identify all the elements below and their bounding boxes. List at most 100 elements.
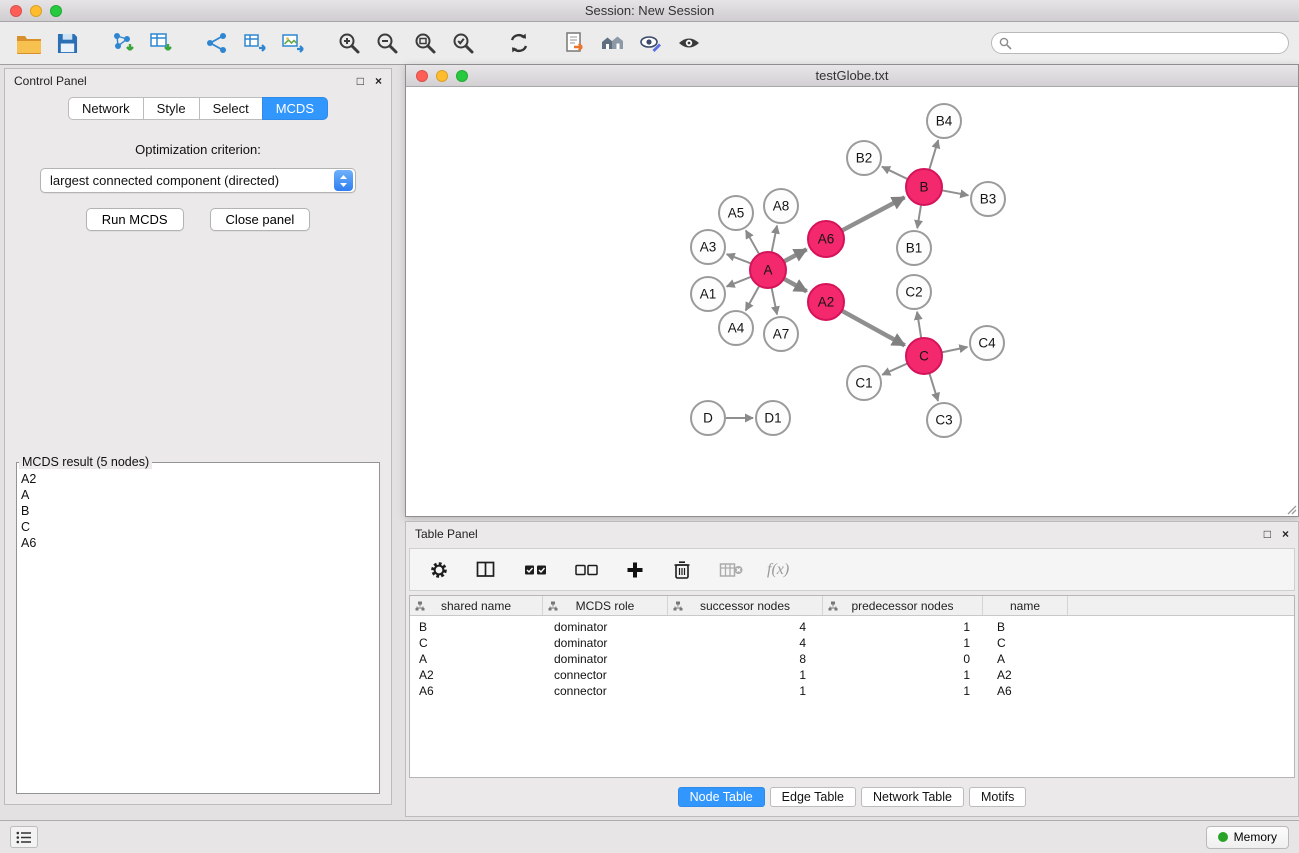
table-cell[interactable]: B xyxy=(983,620,1068,634)
edge-C-C2[interactable] xyxy=(917,312,921,338)
network-canvas[interactable]: B4B2BB3B1A5A8A6A3AC2A1A2A4A7C4CC1C3DD1 xyxy=(406,87,1298,516)
graph-node-C3[interactable]: C3 xyxy=(927,403,961,437)
show-graphics-details-button[interactable] xyxy=(632,25,670,61)
mcds-result-item[interactable]: B xyxy=(21,503,379,519)
export-image-button[interactable] xyxy=(274,25,312,61)
edge-B-B4[interactable] xyxy=(929,140,938,170)
table-cell[interactable]: 1 xyxy=(823,620,983,634)
edge-C-C1[interactable] xyxy=(882,363,907,374)
function-builder-button[interactable]: f(x) xyxy=(767,561,789,579)
tab-edge-table[interactable]: Edge Table xyxy=(770,787,856,807)
delete-column-button[interactable] xyxy=(669,552,695,588)
graph-node-A5[interactable]: A5 xyxy=(719,196,753,230)
graph-node-D[interactable]: D xyxy=(691,401,725,435)
graph-node-A[interactable]: A xyxy=(750,252,786,288)
edge-C-C3[interactable] xyxy=(929,373,938,401)
mcds-result-item[interactable]: A xyxy=(21,487,379,503)
edge-C-C4[interactable] xyxy=(942,347,968,352)
minimize-view-button[interactable] xyxy=(436,70,448,82)
mcds-result-item[interactable]: A2 xyxy=(21,471,379,487)
table-cell[interactable]: A2 xyxy=(983,668,1068,682)
graph-node-C4[interactable]: C4 xyxy=(970,326,1004,360)
import-network-from-table-button[interactable] xyxy=(236,25,274,61)
table-cell[interactable]: connector xyxy=(543,668,668,682)
graph-node-A3[interactable]: A3 xyxy=(691,230,725,264)
graph-node-A6[interactable]: A6 xyxy=(808,221,844,257)
table-row[interactable]: Adominator80A xyxy=(410,651,1294,667)
graph-node-B2[interactable]: B2 xyxy=(847,141,881,175)
edge-B-B2[interactable] xyxy=(882,167,908,179)
add-column-button[interactable] xyxy=(622,552,648,588)
edge-A6-B[interactable] xyxy=(842,197,905,230)
edge-A-A6[interactable] xyxy=(784,249,807,261)
table-cell[interactable]: A xyxy=(410,652,543,666)
table-cell[interactable]: C xyxy=(983,636,1068,650)
table-cell[interactable]: dominator xyxy=(543,652,668,666)
mcds-result-item[interactable]: C xyxy=(21,519,379,535)
maximize-window-button[interactable] xyxy=(50,5,62,17)
save-session-button[interactable] xyxy=(48,25,86,61)
optimization-criterion-select[interactable]: largest connected component (directed) xyxy=(40,168,356,193)
table-cell[interactable]: 1 xyxy=(823,636,983,650)
show-column-button[interactable] xyxy=(473,552,499,588)
birds-eye-view-button[interactable] xyxy=(670,25,708,61)
graph-node-D1[interactable]: D1 xyxy=(756,401,790,435)
zoom-selected-button[interactable] xyxy=(444,25,482,61)
table-cell[interactable]: 1 xyxy=(668,684,823,698)
close-table-panel-icon[interactable]: × xyxy=(1282,528,1289,540)
tab-style[interactable]: Style xyxy=(143,97,200,120)
close-window-button[interactable] xyxy=(10,5,22,17)
edge-B-B3[interactable] xyxy=(942,190,969,195)
delete-table-button[interactable] xyxy=(716,552,746,588)
float-table-panel-icon[interactable]: □ xyxy=(1264,528,1271,540)
column-header-name[interactable]: name xyxy=(983,596,1068,615)
open-document-button[interactable] xyxy=(556,25,594,61)
column-header-successor-nodes[interactable]: successor nodes xyxy=(668,596,823,615)
table-options-button[interactable] xyxy=(426,552,452,588)
import-network-from-file-button[interactable] xyxy=(104,25,142,61)
table-cell[interactable]: A6 xyxy=(410,684,543,698)
show-panel-menu-button[interactable] xyxy=(10,826,38,848)
tab-select[interactable]: Select xyxy=(199,97,263,120)
table-cell[interactable]: C xyxy=(410,636,543,650)
graph-node-B[interactable]: B xyxy=(906,169,942,205)
memory-button[interactable]: Memory xyxy=(1206,826,1289,849)
column-header-mcds-role[interactable]: MCDS role xyxy=(543,596,668,615)
float-panel-icon[interactable]: □ xyxy=(357,75,364,87)
refresh-view-button[interactable] xyxy=(500,25,538,61)
edge-A2-C[interactable] xyxy=(842,311,905,346)
table-row[interactable]: A2connector11A2 xyxy=(410,667,1294,683)
edge-A-A7[interactable] xyxy=(772,288,777,315)
zoom-out-button[interactable] xyxy=(368,25,406,61)
table-cell[interactable]: 1 xyxy=(823,684,983,698)
deselect-all-button[interactable] xyxy=(571,552,601,588)
graph-node-A7[interactable]: A7 xyxy=(764,317,798,351)
edge-B-B1[interactable] xyxy=(917,205,921,229)
edge-A-A5[interactable] xyxy=(746,230,759,254)
column-header-shared-name[interactable]: shared name xyxy=(410,596,543,615)
minimize-window-button[interactable] xyxy=(30,5,42,17)
table-cell[interactable]: 4 xyxy=(668,636,823,650)
tab-mcds[interactable]: MCDS xyxy=(262,97,328,120)
graph-node-B3[interactable]: B3 xyxy=(971,182,1005,216)
graph-node-C[interactable]: C xyxy=(906,338,942,374)
table-cell[interactable]: A6 xyxy=(983,684,1068,698)
table-row[interactable]: Bdominator41B xyxy=(410,619,1294,635)
table-row[interactable]: A6connector11A6 xyxy=(410,683,1294,699)
table-cell[interactable]: connector xyxy=(543,684,668,698)
tab-node-table[interactable]: Node Table xyxy=(678,787,765,807)
graph-node-A2[interactable]: A2 xyxy=(808,284,844,320)
close-panel-button[interactable]: Close panel xyxy=(210,208,311,231)
import-table-from-file-button[interactable] xyxy=(142,25,180,61)
home-button[interactable] xyxy=(594,25,632,61)
graph-node-C1[interactable]: C1 xyxy=(847,366,881,400)
network-merge-button[interactable] xyxy=(198,25,236,61)
edge-A-A8[interactable] xyxy=(772,226,777,253)
select-all-button[interactable] xyxy=(520,552,550,588)
graph-node-A1[interactable]: A1 xyxy=(691,277,725,311)
table-cell[interactable]: 0 xyxy=(823,652,983,666)
zoom-in-button[interactable] xyxy=(330,25,368,61)
edge-A-A2[interactable] xyxy=(784,279,807,292)
graph-node-A8[interactable]: A8 xyxy=(764,189,798,223)
table-cell[interactable]: dominator xyxy=(543,636,668,650)
